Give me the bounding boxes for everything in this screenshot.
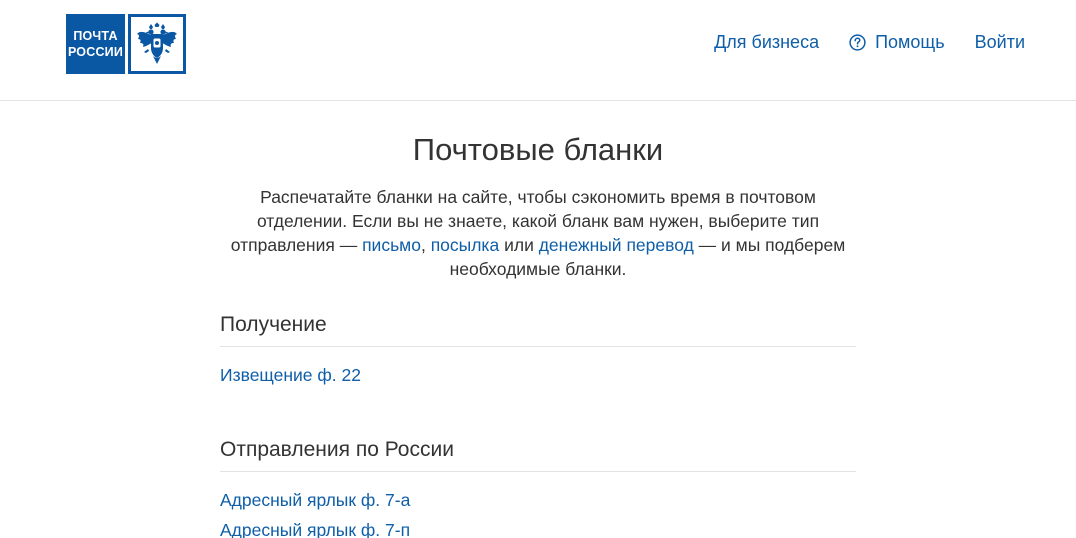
nav-login-link[interactable]: Войти <box>975 31 1025 53</box>
pochta-rossii-logo[interactable]: ПОЧТА РОССИИ <box>66 14 186 74</box>
site-header: ПОЧТА РОССИИ Для бизнеса Помощь Войти <box>0 0 1076 101</box>
section-title-domestic-shipping: Отправления по России <box>220 437 856 472</box>
top-navigation: Для бизнеса Помощь Войти <box>714 31 1025 53</box>
list-item: Адресный ярлык ф. 7-п <box>220 515 856 538</box>
section-title-receiving: Получение <box>220 312 856 347</box>
intro-separator-1: , <box>420 235 431 255</box>
nav-help-label: Помощь <box>875 32 945 52</box>
page-title: Почтовые бланки <box>412 132 664 167</box>
form-link-f22[interactable]: Извещение ф. 22 <box>220 365 361 385</box>
double-headed-eagle-icon <box>137 22 177 64</box>
section-receiving: Получение Извещение ф. 22 <box>220 312 856 390</box>
logo-wordmark: ПОЧТА РОССИИ <box>66 14 125 74</box>
parcel-link[interactable]: посылка <box>431 235 500 255</box>
form-link-f7p[interactable]: Адресный ярлык ф. 7-п <box>220 520 410 538</box>
main-content: Почтовые бланки Распечатайте бланки на с… <box>220 132 856 538</box>
list-item: Адресный ярлык ф. 7-а <box>220 485 856 515</box>
question-circle-icon <box>849 33 866 51</box>
section-domestic-shipping: Отправления по России Адресный ярлык ф. … <box>220 437 856 538</box>
logo-line-1: ПОЧТА <box>73 29 118 43</box>
logo-emblem <box>128 14 186 74</box>
domestic-forms-list: Адресный ярлык ф. 7-а Адресный ярлык ф. … <box>220 485 856 538</box>
form-link-f7a[interactable]: Адресный ярлык ф. 7-а <box>220 490 410 510</box>
receiving-forms-list: Извещение ф. 22 <box>220 360 856 390</box>
logo-line-2: РОССИИ <box>67 45 124 59</box>
nav-help-link[interactable]: Помощь <box>849 31 945 53</box>
nav-business-link[interactable]: Для бизнеса <box>714 31 819 53</box>
list-item: Извещение ф. 22 <box>220 360 856 390</box>
money-transfer-link[interactable]: денежный перевод <box>539 235 694 255</box>
intro-text: Распечатайте бланки на сайте, чтобы сэко… <box>213 185 863 281</box>
intro-separator-2: или <box>499 235 539 255</box>
letter-link[interactable]: письмо <box>362 235 421 255</box>
